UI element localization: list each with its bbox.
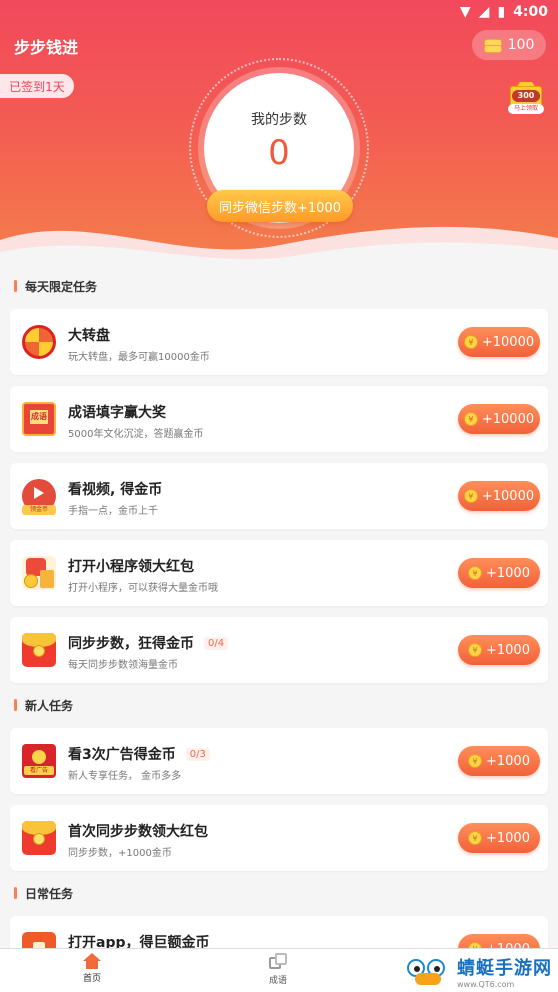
red-envelope-icon xyxy=(22,821,56,855)
task-title: 看3次广告得金币 0/3 xyxy=(68,744,210,764)
status-bar: ▼ ◢ ▮ 4:00 xyxy=(0,0,558,26)
battery-icon: ▮ xyxy=(497,4,506,20)
task-title: 打开小程序领大红包 xyxy=(68,559,194,575)
task-desc: 手指一点，金币上千 xyxy=(68,506,158,517)
section-bar xyxy=(14,280,17,292)
reward-button[interactable]: ¥ +10000 xyxy=(458,404,540,434)
signal-icon: ◢ xyxy=(478,4,490,20)
mini-program-icon xyxy=(22,556,56,590)
step-label: 我的步数 xyxy=(251,112,307,128)
task-desc: 5000年文化沉淀，答题赢金币 xyxy=(68,429,204,440)
watermark: 蜻蜓手游网 www.QT6.com xyxy=(405,954,552,989)
coin-balance-value: 100 xyxy=(507,37,535,53)
ad-red-envelope-icon: 看广告 xyxy=(22,744,56,778)
gift-badge[interactable]: 300 马上领取 xyxy=(506,78,546,114)
section-bar xyxy=(14,887,17,899)
task-title: 首次同步步数领大红包 xyxy=(68,824,208,840)
header-hero: ▼ ◢ ▮ 4:00 步步钱进 100 已签到1天 300 马上领取 我的步数 … xyxy=(0,0,558,270)
task-progress: 0/4 xyxy=(204,636,229,650)
section-routine-label: 日常任务 xyxy=(25,886,74,901)
task-title: 大转盘 xyxy=(68,328,110,344)
gift-label: 马上领取 xyxy=(508,104,544,114)
red-envelope-icon xyxy=(22,633,56,667)
nav-idiom-label: 成语 xyxy=(268,976,287,986)
task-progress: 0/3 xyxy=(185,747,210,761)
task-title: 看视频, 得金币 xyxy=(68,482,163,498)
nav-home[interactable]: 首页 xyxy=(62,953,122,991)
section-routine-title: 日常任务 xyxy=(14,885,73,901)
dragonfly-mascot-icon xyxy=(405,955,451,989)
task-card-miniprogram[interactable]: 打开小程序领大红包 打开小程序，可以获得大量金币哦 ¥ +1000 xyxy=(10,540,548,606)
watermark-title: 蜻蜓手游网 xyxy=(457,958,552,979)
reward-button[interactable]: ¥ +10000 xyxy=(458,327,540,357)
reward-button[interactable]: ¥ +1000 xyxy=(458,823,540,853)
task-card-watch-ads[interactable]: 看广告 看3次广告得金币 0/3 新人专享任务， 金币多多 ¥ +1000 xyxy=(10,728,548,794)
task-title: 同步步数，狂得金币 0/4 xyxy=(68,633,229,653)
reward-amount: +10000 xyxy=(481,411,535,427)
task-card-sync-steps[interactable]: 同步步数，狂得金币 0/4 每天同步步数领海量金币 ¥ +1000 xyxy=(10,617,548,683)
coin-icon: ¥ xyxy=(463,412,478,426)
section-daily-label: 每天限定任务 xyxy=(25,279,98,294)
reward-amount: +1000 xyxy=(486,753,530,769)
watermark-url: www.QT6.com xyxy=(457,980,515,989)
coin-icon: ¥ xyxy=(468,754,482,768)
idiom-icon xyxy=(269,953,287,971)
section-bar xyxy=(14,699,17,711)
reward-button[interactable]: ¥ +10000 xyxy=(458,481,540,511)
coin-icon: ¥ xyxy=(463,489,478,503)
app-title: 步步钱进 xyxy=(14,38,79,57)
nav-idiom[interactable]: 成语 xyxy=(248,953,308,991)
task-desc: 新人专享任务， 金币多多 xyxy=(68,771,182,782)
status-time: 4:00 xyxy=(513,4,548,20)
coin-balance[interactable]: 100 xyxy=(472,30,546,60)
ad-icon-tag: 看广告 xyxy=(24,766,54,775)
task-title: 成语填字赢大奖 xyxy=(68,405,166,421)
task-desc: 玩大转盘，最多可赢10000金币 xyxy=(68,352,210,363)
signin-badge[interactable]: 已签到1天 xyxy=(0,74,74,98)
coin-icon: ¥ xyxy=(468,831,482,845)
reward-button[interactable]: ¥ +1000 xyxy=(458,635,540,665)
task-desc: 打开小程序，可以获得大量金币哦 xyxy=(68,583,218,594)
wifi-icon: ▼ xyxy=(459,4,471,20)
task-card-first-sync[interactable]: 首次同步步数领大红包 同步步数，+1000金币 ¥ +1000 xyxy=(10,805,548,871)
task-card-wheel[interactable]: 大转盘 玩大转盘，最多可赢10000金币 ¥ +10000 xyxy=(10,309,548,375)
coin-icon: ¥ xyxy=(468,643,482,657)
reward-amount: +1000 xyxy=(486,830,530,846)
coin-stack-icon xyxy=(483,39,502,53)
task-desc: 同步步数，+1000金币 xyxy=(68,848,172,859)
lucky-wheel-icon xyxy=(22,325,56,359)
wave-divider xyxy=(0,226,558,270)
video-icon-tag: 领金币 xyxy=(22,505,56,515)
reward-button[interactable]: ¥ +1000 xyxy=(458,746,540,776)
step-value: 0 xyxy=(268,133,290,173)
task-card-idiom[interactable]: 成语 成语填字赢大奖 5000年文化沉淀，答题赢金币 ¥ +10000 xyxy=(10,386,548,452)
coin-icon: ¥ xyxy=(468,566,482,580)
task-desc: 每天同步步数领海量金币 xyxy=(68,660,178,671)
video-play-icon: 领金币 xyxy=(22,479,56,515)
section-newbie-title: 新人任务 xyxy=(14,697,73,713)
reward-button[interactable]: ¥ +1000 xyxy=(458,558,540,588)
coin-icon: ¥ xyxy=(463,335,478,349)
task-card-video[interactable]: 领金币 看视频, 得金币 手指一点，金币上千 ¥ +10000 xyxy=(10,463,548,529)
section-newbie-label: 新人任务 xyxy=(25,698,74,713)
section-daily-title: 每天限定任务 xyxy=(14,278,97,294)
reward-amount: +1000 xyxy=(486,642,530,658)
nav-home-label: 首页 xyxy=(82,974,101,984)
idiom-icon-text: 成语 xyxy=(30,410,48,424)
reward-amount: +10000 xyxy=(481,334,535,350)
reward-amount: +1000 xyxy=(486,565,530,581)
gift-amount: 300 xyxy=(512,90,540,102)
play-icon xyxy=(34,487,44,499)
idiom-game-icon: 成语 xyxy=(22,402,56,436)
home-icon xyxy=(83,953,101,969)
reward-amount: +10000 xyxy=(481,488,535,504)
